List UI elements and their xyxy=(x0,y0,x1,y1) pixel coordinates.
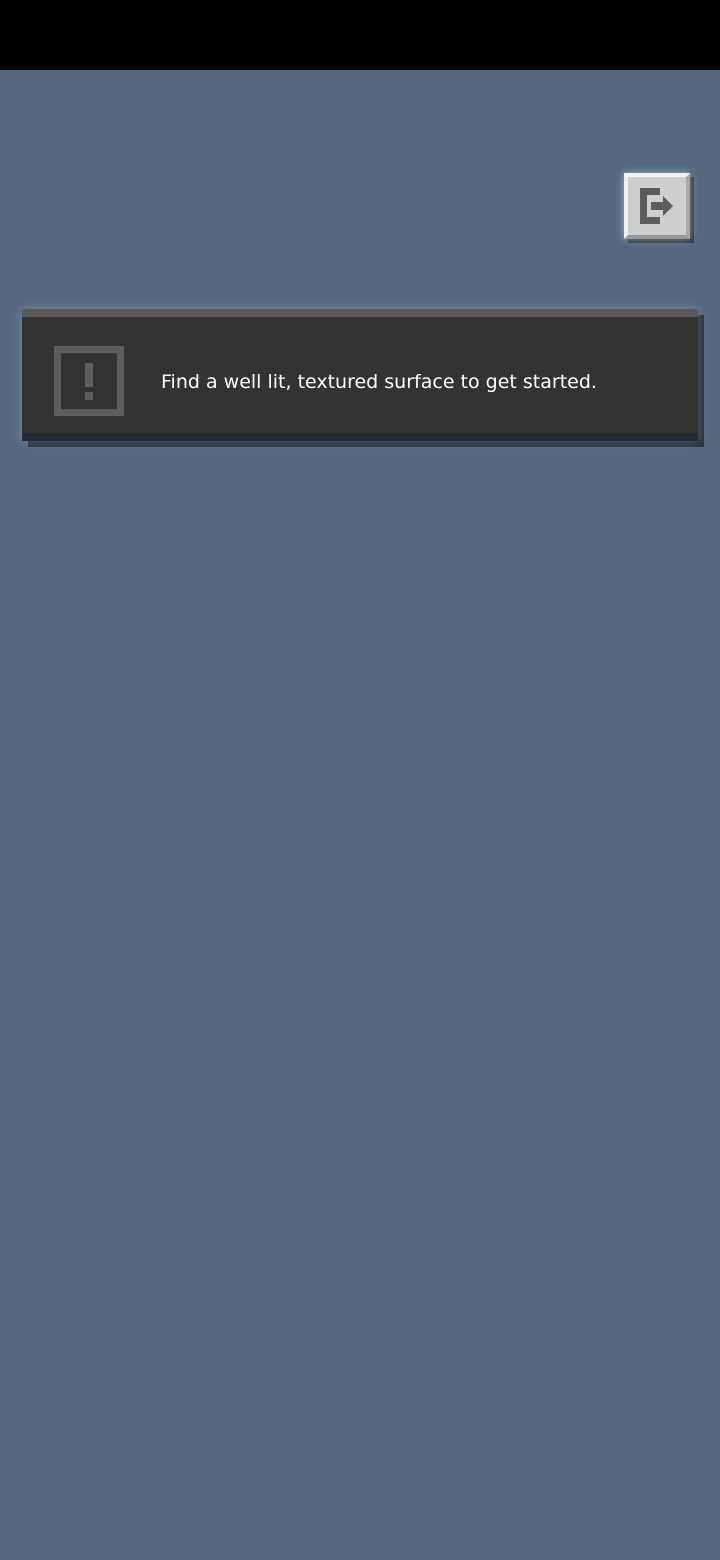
status-bar xyxy=(0,0,720,70)
exit-icon xyxy=(640,188,673,224)
warning-icon xyxy=(54,346,124,416)
toast-message: Find a well lit, textured surface to get… xyxy=(161,371,597,393)
toast-body: Find a well lit, textured surface to get… xyxy=(22,309,698,441)
notification-toast: Find a well lit, textured surface to get… xyxy=(22,309,704,447)
exit-button[interactable] xyxy=(624,173,694,243)
camera-viewport[interactable] xyxy=(0,70,720,1560)
